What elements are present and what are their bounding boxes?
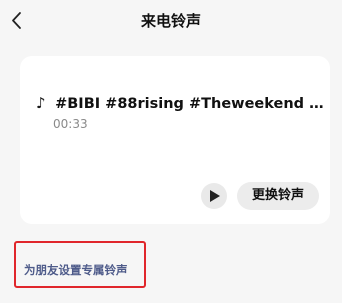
change-ringtone-button[interactable]: 更换铃声: [237, 182, 319, 210]
top-bar: 来电铃声: [0, 0, 342, 44]
song-row: ♪ #BIBI #88rising #Theweekend ・im...: [36, 92, 326, 113]
ringtone-card: ♪ #BIBI #88rising #Theweekend ・im... 00:…: [20, 56, 330, 224]
set-friend-ringtone-link[interactable]: 为朋友设置专属铃声: [24, 262, 128, 278]
song-title: #BIBI #88rising #Theweekend ・im...: [55, 96, 326, 112]
song-duration: 00:33: [53, 117, 88, 131]
play-icon: [210, 190, 220, 202]
page-title: 来电铃声: [140, 12, 201, 30]
play-button[interactable]: [201, 183, 227, 209]
music-note-icon: ♪: [36, 93, 46, 112]
